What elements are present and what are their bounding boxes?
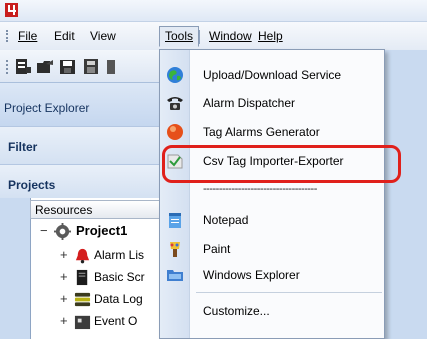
menubar-grip[interactable] — [6, 30, 8, 42]
menu-item-label: Tag Alarms Generator — [203, 125, 320, 139]
menu-window[interactable]: Window — [203, 26, 258, 47]
menu-file[interactable]: File — [12, 26, 43, 47]
notepad-icon — [169, 213, 181, 228]
projects-section[interactable]: Projects — [0, 164, 170, 198]
telephone-icon — [167, 97, 183, 110]
menu-item-paint[interactable]: Paint — [160, 236, 384, 262]
expand-toggle[interactable]: + — [60, 269, 70, 284]
menu-tools[interactable]: Tools — [159, 26, 200, 47]
filter-label: Filter — [8, 140, 38, 154]
collapse-toggle[interactable]: − — [40, 223, 50, 238]
paint-icon — [170, 242, 180, 257]
toolbar-grip[interactable] — [6, 60, 8, 74]
menu-help[interactable]: Help — [252, 26, 289, 47]
tools-dropdown-menu: Upload/Download Service Alarm Dispatcher… — [159, 49, 385, 339]
expand-toggle[interactable]: + — [60, 313, 70, 328]
menu-item-label: Notepad — [203, 213, 249, 227]
menu-item-label: Customize... — [203, 304, 270, 318]
open-project-icon[interactable] — [36, 58, 54, 76]
toolbar — [0, 50, 170, 82]
menu-item-customize[interactable]: Customize... — [160, 298, 384, 324]
resources-header-label: Resources — [35, 203, 93, 217]
app-icon — [5, 3, 18, 17]
script-icon — [76, 269, 88, 286]
gear-icon — [54, 223, 71, 240]
tree-item-label: Alarm Lis — [94, 248, 145, 262]
project-explorer-header: Project Explorer — [0, 82, 170, 126]
menu-separator: ------------------------------------ — [203, 183, 317, 195]
save-all-icon[interactable] — [82, 58, 100, 76]
new-project-icon[interactable] — [14, 58, 32, 76]
menu-item-label: Paint — [203, 242, 231, 256]
menu-item-label: Upload/Download Service — [203, 68, 342, 82]
highlight-ring — [162, 145, 401, 183]
red-orb-icon — [167, 124, 183, 140]
projects-label: Projects — [8, 178, 56, 192]
event-icon — [74, 315, 91, 330]
filter-section[interactable]: Filter — [0, 126, 170, 164]
explorer-icon — [167, 270, 183, 281]
menu-item-windows-explorer[interactable]: Windows Explorer — [160, 262, 384, 288]
toolbar-partial-icon[interactable] — [105, 58, 123, 76]
title-bar — [0, 0, 427, 22]
project-explorer-title: Project Explorer — [4, 101, 90, 115]
menu-item-label: Windows Explorer — [203, 268, 300, 282]
alarm-bell-icon — [75, 248, 90, 264]
resources-column-header[interactable]: Resources — [30, 200, 170, 219]
menu-item-notepad[interactable]: Notepad — [160, 207, 384, 233]
tree-item-label: Event O — [94, 314, 138, 328]
globe-icon — [167, 67, 183, 83]
expand-toggle[interactable]: + — [60, 247, 70, 262]
menu-item-alarm-dispatcher[interactable]: Alarm Dispatcher — [160, 90, 384, 116]
menu-divider — [199, 30, 200, 44]
tree-item-label: Project1 — [76, 223, 128, 238]
menu-view[interactable]: View — [84, 26, 122, 47]
menu-item-label: Alarm Dispatcher — [203, 96, 296, 110]
tree-item-label: Basic Scr — [94, 270, 145, 284]
menu-item-tag-alarms-generator[interactable]: Tag Alarms Generator — [160, 119, 384, 145]
save-icon[interactable] — [59, 58, 77, 76]
menu-edit[interactable]: Edit — [48, 26, 81, 47]
menu-divider — [196, 292, 382, 293]
expand-toggle[interactable]: + — [60, 291, 70, 306]
menu-bar: File Edit View Tools Window Help — [0, 22, 427, 50]
database-icon — [74, 292, 91, 307]
menu-item-upload-download-service[interactable]: Upload/Download Service — [160, 62, 384, 88]
tree-item-label: Data Log — [94, 292, 143, 306]
